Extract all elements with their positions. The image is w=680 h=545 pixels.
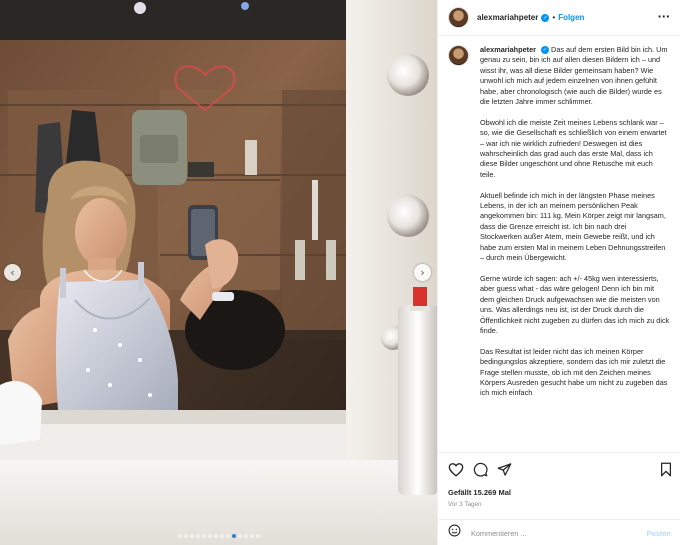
post-sidebar: alexmariahpeter ✓ • Folgen ··· alexmaria…	[437, 0, 680, 545]
username-link[interactable]: alexmariahpeter	[477, 13, 538, 22]
carousel-dot	[177, 534, 182, 538]
carousel-dot	[249, 534, 254, 538]
caption-paragraph: Gerne würde ich sagen: ach +/- 45kg wen …	[480, 273, 670, 335]
caption-paragraph: Das Resultat ist leider nicht das ich me…	[480, 346, 668, 398]
caption-scroll-area[interactable]: alexmariahpeter ✓ Das auf dem ersten Bil…	[438, 37, 680, 451]
caption-paragraph: Aktuell befinde ich mich in der längsten…	[480, 190, 666, 263]
carousel-dot	[207, 534, 212, 538]
caption-paragraph: Obwohl ich die meiste Zeit meines Lebens…	[480, 117, 667, 179]
chevron-left-icon[interactable]: ‹	[4, 264, 21, 281]
caption-paragraph: Das auf dem ersten Bild bin ich. Um gena…	[480, 45, 668, 107]
post-media[interactable]: ‹ ›	[0, 0, 437, 545]
carousel-dot	[225, 534, 230, 538]
carousel-dot	[255, 534, 260, 538]
share-icon[interactable]	[497, 462, 512, 477]
carousel-dot	[219, 534, 224, 538]
carousel-dot	[189, 534, 194, 538]
post-actions: Gefällt 15.269 Mal Vor 3 Tagen Posten	[438, 452, 680, 545]
post-header: alexmariahpeter ✓ • Folgen ···	[438, 0, 680, 36]
separator-dot: •	[552, 13, 556, 22]
carousel-dot	[231, 534, 236, 538]
carousel-dot	[183, 534, 188, 538]
avatar[interactable]	[448, 7, 469, 28]
carousel-dot	[213, 534, 218, 538]
post-date: Vor 3 Tagen	[448, 501, 482, 508]
bookmark-icon[interactable]	[660, 462, 672, 477]
carousel-dot	[243, 534, 248, 538]
comment-bar: Posten	[438, 519, 680, 545]
carousel-dot	[195, 534, 200, 538]
caption-username[interactable]: alexmariahpeter	[480, 45, 536, 54]
verified-badge-icon: ✓	[541, 13, 550, 22]
post-photo	[0, 0, 437, 545]
caption-text: alexmariahpeter ✓ Das auf dem ersten Bil…	[480, 45, 670, 409]
comment-input[interactable]	[471, 528, 621, 538]
comment-icon[interactable]	[473, 462, 488, 477]
emoji-icon[interactable]	[448, 524, 461, 542]
more-horizontal-icon[interactable]: ···	[657, 11, 670, 23]
caption-row: alexmariahpeter ✓ Das auf dem ersten Bil…	[448, 45, 671, 409]
heart-icon[interactable]	[448, 462, 464, 477]
chevron-right-icon[interactable]: ›	[414, 264, 431, 281]
follow-button[interactable]: Folgen	[558, 13, 584, 22]
carousel-indicator	[0, 534, 437, 538]
carousel-dot	[237, 534, 242, 538]
post-comment-button[interactable]: Posten	[647, 529, 671, 538]
likes-count[interactable]: Gefällt 15.269 Mal	[448, 488, 511, 497]
caption-avatar[interactable]	[448, 45, 469, 66]
carousel-dot	[201, 534, 206, 538]
verified-badge-icon: ✓	[541, 46, 550, 55]
